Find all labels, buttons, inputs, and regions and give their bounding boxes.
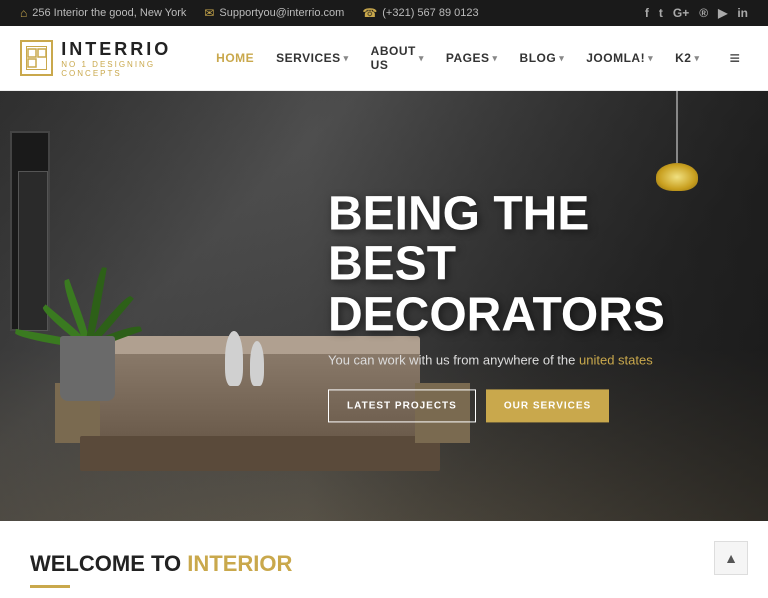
hero-subtitle-text: You can work with us from anywhere of th…: [328, 353, 575, 368]
nav-joomla[interactable]: JOOMLA! ▾: [576, 45, 663, 71]
social-links: f t G+ ® ▶ in: [645, 6, 748, 20]
nav-home[interactable]: HOME: [206, 45, 264, 71]
social-googleplus[interactable]: G+: [673, 6, 689, 20]
hero-pendant-light: [676, 91, 678, 191]
hero-section: BEING THE BEST DECORATORS You can work w…: [0, 91, 768, 521]
email-text: Supportyou@interrio.com: [219, 7, 344, 19]
logo-text: INTERRIO NO 1 DESIGNING CONCEPTS: [61, 39, 206, 78]
top-bar: ⌂ 256 Interior the good, New York ✉ Supp…: [0, 0, 768, 26]
logo-title: INTERRIO: [61, 39, 206, 60]
nav-k2[interactable]: K2 ▾: [665, 45, 709, 71]
chevron-down-icon: ▾: [419, 53, 424, 64]
header: INTERRIO NO 1 DESIGNING CONCEPTS HOME SE…: [0, 26, 768, 91]
hero-content: BEING THE BEST DECORATORS You can work w…: [328, 189, 708, 422]
hero-subtitle: You can work with us from anywhere of th…: [328, 353, 708, 368]
nav-services-label: SERVICES: [276, 51, 340, 65]
nav-about[interactable]: ABOUT US ▾: [361, 38, 434, 78]
top-bar-left: ⌂ 256 Interior the good, New York ✉ Supp…: [20, 6, 479, 20]
hero-title-line1: BEING THE BEST: [328, 187, 589, 290]
scroll-to-top-button[interactable]: ▲: [714, 541, 748, 575]
social-linkedin[interactable]: in: [737, 6, 748, 20]
social-twitter[interactable]: t: [659, 6, 663, 20]
welcome-title: WELCOME TO INTERIOR: [30, 551, 738, 577]
logo-svg: [27, 48, 47, 68]
chevron-down-icon: ▾: [694, 53, 699, 64]
email-item[interactable]: ✉ Supportyou@interrio.com: [204, 6, 344, 20]
hero-subtitle-link[interactable]: united states: [579, 353, 653, 368]
nav-services[interactable]: SERVICES ▾: [266, 45, 359, 71]
nav-about-label: ABOUT US: [371, 44, 416, 72]
chevron-down-icon: ▾: [344, 53, 349, 64]
address-item: ⌂ 256 Interior the good, New York: [20, 6, 186, 20]
welcome-prefix: WELCOME TO: [30, 551, 181, 576]
hero-title: BEING THE BEST DECORATORS: [328, 189, 708, 340]
welcome-highlight: INTERIOR: [187, 551, 292, 576]
logo-icon: [20, 40, 53, 76]
latest-projects-button[interactable]: LATEST PROJECTS: [328, 390, 476, 423]
hero-plant-leaves: [30, 226, 145, 346]
nav-home-label: HOME: [216, 51, 254, 65]
nav-blog-label: BLOG: [520, 51, 557, 65]
address-text: 256 Interior the good, New York: [32, 7, 186, 19]
social-facebook[interactable]: f: [645, 6, 649, 20]
nav-joomla-label: JOOMLA!: [586, 51, 645, 65]
nav-blog[interactable]: BLOG ▾: [510, 45, 575, 71]
welcome-underline: [30, 585, 70, 588]
welcome-section: WELCOME TO INTERIOR ▲: [0, 521, 768, 598]
logo[interactable]: INTERRIO NO 1 DESIGNING CONCEPTS: [20, 39, 206, 78]
main-nav: HOME SERVICES ▾ ABOUT US ▾ PAGES ▾ BLOG …: [206, 38, 748, 78]
logo-subtitle: NO 1 DESIGNING CONCEPTS: [61, 60, 206, 78]
phone-text: (+321) 567 89 0123: [382, 7, 478, 19]
nav-k2-label: K2: [675, 51, 691, 65]
chevron-down-icon: ▾: [493, 53, 498, 64]
hero-plant-pot: [60, 336, 115, 401]
phone-item: ☎ (+321) 567 89 0123: [362, 6, 478, 20]
nav-pages-label: PAGES: [446, 51, 490, 65]
phone-icon: ☎: [362, 6, 377, 20]
our-services-button[interactable]: OUR SERVICES: [486, 390, 609, 423]
address-icon: ⌂: [20, 6, 27, 20]
nav-pages[interactable]: PAGES ▾: [436, 45, 508, 71]
email-icon: ✉: [204, 6, 214, 20]
social-pinterest[interactable]: ®: [699, 6, 708, 20]
hero-title-line2: DECORATORS: [328, 288, 665, 341]
hero-vase-short: [250, 341, 264, 386]
chevron-down-icon: ▾: [559, 53, 564, 64]
hero-buttons: LATEST PROJECTS OUR SERVICES: [328, 390, 708, 423]
social-youtube[interactable]: ▶: [718, 6, 727, 20]
hamburger-button[interactable]: ≡: [721, 44, 748, 73]
hero-vase-tall: [225, 331, 243, 386]
chevron-down-icon: ▾: [648, 53, 653, 64]
